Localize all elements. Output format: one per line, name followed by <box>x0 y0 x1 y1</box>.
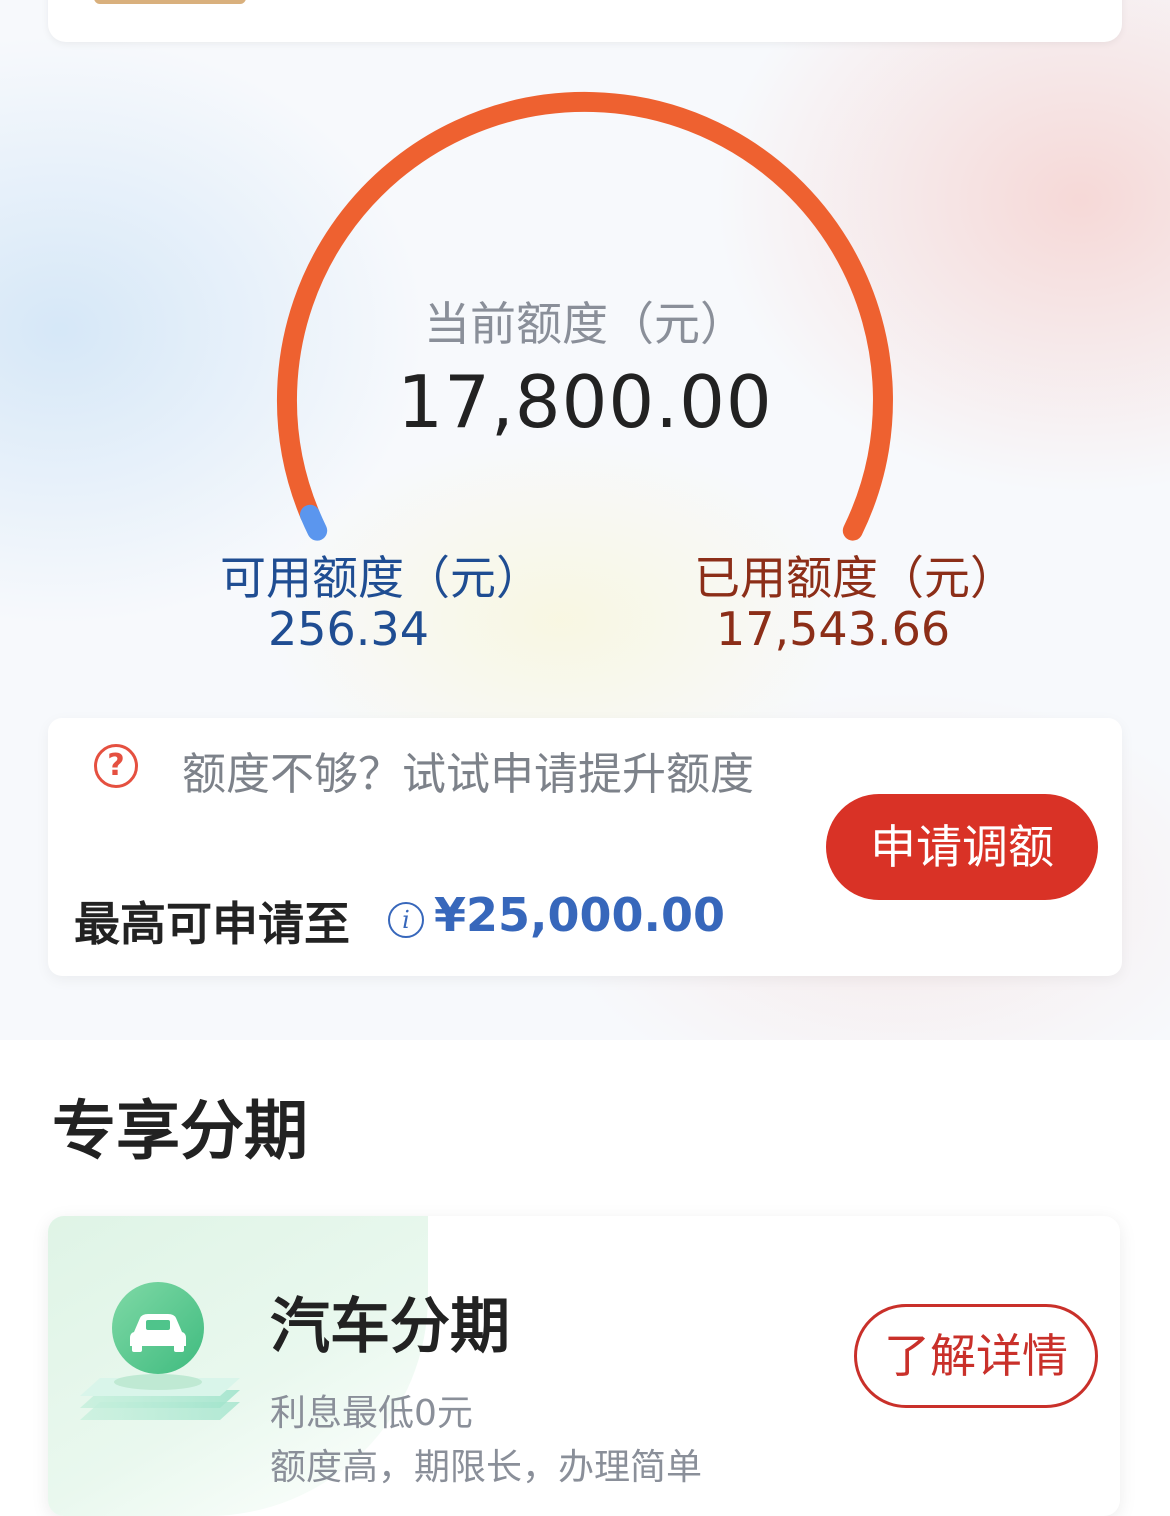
used-limit-label: 已用额度（元） <box>694 551 1016 605</box>
gauge-available-arc <box>300 504 328 541</box>
available-limit-label: 可用额度（元） <box>220 551 542 605</box>
car-icon <box>80 1282 240 1420</box>
current-limit-value: 17,800.00 <box>397 360 773 444</box>
current-limit-label: 当前额度（元） <box>424 297 746 351</box>
credit-gauge <box>276 91 893 541</box>
product-title: 汽车分期 <box>270 1292 510 1362</box>
max-limit-label: 最高可申请至 <box>74 897 350 951</box>
apply-adjust-limit-button[interactable]: 申请调额 <box>826 794 1098 900</box>
raise-limit-card: ? 额度不够？试试申请提升额度 最高可申请至 i ¥25,000.00 申请调额 <box>48 718 1122 976</box>
learn-more-button[interactable]: 了解详情 <box>854 1304 1098 1408</box>
question-icon: ? <box>94 744 138 788</box>
max-limit-value: ¥25,000.00 <box>434 888 726 942</box>
available-limit-value: 256.34 <box>268 602 429 656</box>
product-interest: 利息最低0元 <box>270 1393 473 1434</box>
car-installment-card[interactable]: 汽车分期 利息最低0元 额度高，期限长，办理简单 了解详情 <box>48 1216 1120 1516</box>
info-icon[interactable]: i <box>388 902 424 938</box>
section-title: 专享分期 <box>52 1095 308 1169</box>
raise-limit-prompt: 额度不够？试试申请提升额度 <box>182 749 754 800</box>
product-features: 额度高，期限长，办理简单 <box>270 1447 703 1488</box>
used-limit-value: 17,543.66 <box>716 602 951 656</box>
